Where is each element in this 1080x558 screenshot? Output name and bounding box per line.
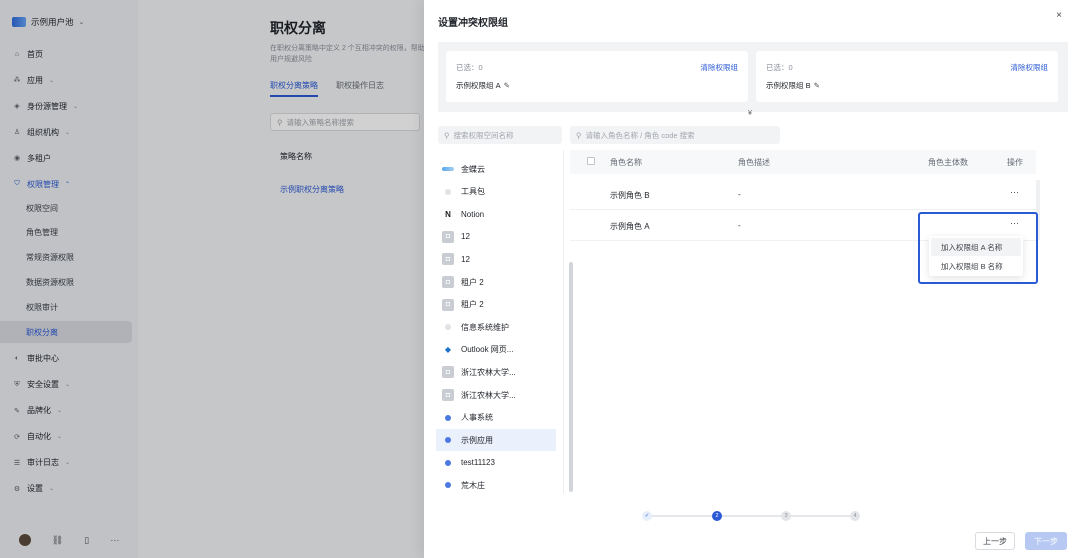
app-name: Notion (461, 209, 485, 219)
list-item[interactable]: ◘ 12 (436, 248, 556, 270)
list-item[interactable]: 信息系统维护 (436, 316, 556, 338)
app-dot-icon (442, 412, 454, 424)
app-name: 金蝶云 (461, 164, 485, 174)
list-item[interactable]: N Notion (436, 203, 556, 225)
role-name: 示例角色 A (610, 222, 650, 231)
stepper: ✓ 2 3 4 (642, 510, 862, 522)
list-scrollbar[interactable] (569, 262, 573, 492)
group-a-label: 示例权限组 A (456, 81, 501, 90)
group-a-card: 已选：0 清除权限组 示例权限组 A ✎ (446, 51, 748, 102)
list-item[interactable]: test11123 (436, 452, 556, 474)
app-dot-icon (442, 479, 454, 491)
app-name: 12 (461, 254, 470, 264)
app-name: 示例应用 (461, 435, 493, 445)
app-light-icon (442, 186, 454, 198)
stepper-line (652, 515, 852, 517)
group-b-card: 已选：0 清除权限组 示例权限组 B ✎ (756, 51, 1058, 102)
role-name: 示例角色 B (610, 191, 650, 200)
clear-group-b-button[interactable]: 清除权限组 (1011, 62, 1049, 73)
app-name: 租户 2 (461, 277, 484, 287)
list-item[interactable]: ◘ 租户 2 (436, 271, 556, 293)
list-item[interactable]: 示例应用 (436, 429, 556, 452)
modal-title: 设置冲突权限组 (438, 18, 508, 29)
group-a-name: 示例权限组 A ✎ (456, 80, 510, 91)
table-row: 示例角色 B - ··· (570, 179, 1036, 210)
group-a-selected: 已选：0 (456, 63, 483, 72)
conflict-group-drawer: 设置冲突权限组 × 已选：0 清除权限组 示例权限组 A ✎ 已选：0 清除权限组… (424, 0, 1080, 558)
app-outlook-icon: ◆ (444, 345, 452, 355)
app-name: 12 (461, 232, 470, 242)
app-grey-icon: ◘ (442, 230, 454, 243)
app-name: 工具包 (461, 187, 485, 197)
app-grey-icon: ◘ (442, 366, 454, 379)
add-to-group-b-item[interactable]: 加入权限组 B 名称 (931, 257, 1021, 275)
col-role-name: 角色名称 (610, 158, 642, 167)
app-name: 租户 2 (461, 300, 484, 310)
actions-dropdown: 加入权限组 A 名称 加入权限组 B 名称 (929, 236, 1023, 276)
app-grey-icon: ◘ (442, 253, 454, 266)
step-2: 2 (712, 511, 722, 521)
step-3: 3 (781, 511, 791, 521)
step-4: 4 (850, 511, 860, 521)
prev-step-button[interactable]: 上一步 (975, 532, 1015, 550)
edit-icon[interactable]: ✎ (814, 81, 820, 90)
list-item[interactable]: 金蝶云 (436, 158, 556, 180)
col-role-subjects: 角色主体数 (928, 158, 968, 167)
role-search-placeholder: 请输入角色名称 / 角色 code 搜索 (585, 130, 695, 140)
next-step-button[interactable]: 下一步 (1025, 532, 1067, 550)
app-dot-icon (442, 434, 454, 446)
app-name: Outlook 网页... (461, 345, 514, 355)
list-item[interactable]: ◘ 12 (436, 226, 556, 248)
app-name: 浙江农林大学... (461, 390, 516, 400)
group-b-selected: 已选：0 (766, 63, 793, 72)
list-item[interactable]: ◆ Outlook 网页... (436, 339, 556, 361)
role-desc: - (738, 221, 741, 230)
list-item[interactable]: 荒木庄 (436, 474, 556, 496)
clear-group-a-button[interactable]: 清除权限组 (701, 62, 739, 73)
app-name: test11123 (461, 458, 495, 468)
col-role-desc: 角色描述 (738, 158, 770, 167)
app-notion-icon: N (445, 209, 451, 219)
role-desc: - (738, 190, 741, 199)
app-kingdee-icon (442, 167, 454, 171)
col-actions: 操作 (1007, 158, 1023, 167)
app-name: 人事系统 (461, 413, 493, 423)
app-light-icon (442, 321, 454, 333)
table-header: 角色名称 角色描述 角色主体数 操作 (570, 150, 1036, 174)
step-1: ✓ (642, 511, 652, 521)
group-b-label: 示例权限组 B (766, 81, 811, 90)
add-to-group-a-item[interactable]: 加入权限组 A 名称 (931, 238, 1021, 256)
list-item[interactable]: ◘ 浙江农林大学... (436, 361, 556, 383)
search-icon: ⚲ (576, 130, 582, 140)
list-item[interactable]: 人事系统 (436, 407, 556, 429)
search-icon: ⚲ (444, 130, 450, 140)
edit-icon[interactable]: ✎ (504, 81, 510, 90)
list-item[interactable]: ◘ 浙江农林大学... (436, 384, 556, 406)
app-grey-icon: ◘ (442, 276, 454, 288)
app-grey-icon: ◘ (442, 298, 454, 311)
app-name: 信息系统维护 (461, 322, 509, 332)
app-name: 荒木庄 (461, 480, 485, 490)
space-search-input[interactable]: ⚲ 搜索权限空间名称 (438, 126, 562, 144)
space-search-placeholder: 搜索权限空间名称 (453, 130, 514, 140)
app-grey-icon: ◘ (442, 389, 454, 401)
expand-chevron-icon[interactable]: ¥ (748, 110, 752, 117)
more-actions-icon[interactable]: ··· (1010, 187, 1019, 197)
select-all-checkbox[interactable] (587, 157, 595, 165)
list-item[interactable]: 工具包 (436, 181, 556, 203)
close-icon[interactable]: × (1056, 10, 1062, 21)
role-search-input[interactable]: ⚲ 请输入角色名称 / 角色 code 搜索 (570, 126, 780, 144)
group-b-name: 示例权限组 B ✎ (766, 80, 820, 91)
app-dot-icon (442, 457, 454, 469)
list-item[interactable]: ◘ 租户 2 (436, 294, 556, 316)
permission-space-list: 金蝶云工具包 N Notion ◘ 12 ◘ 12 ◘ 租户 2 ◘ 租户 2 信息系统维护 ◆ Outl… (436, 150, 573, 496)
app-name: 浙江农林大学... (461, 367, 516, 377)
